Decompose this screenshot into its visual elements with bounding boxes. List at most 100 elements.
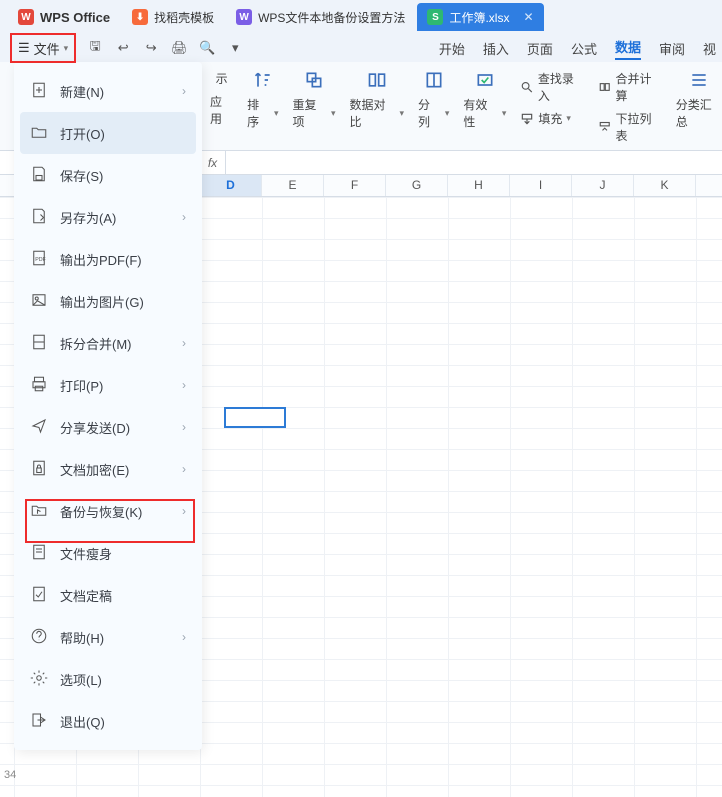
tab-review[interactable]: 审阅 <box>659 39 685 58</box>
tab-view[interactable]: 视 <box>703 39 716 58</box>
ribbon-dedupe[interactable]: 重复项▾ <box>293 70 336 130</box>
file-menu-label: 保存(S) <box>60 166 103 185</box>
find-input-label: 查找录入 <box>538 70 584 104</box>
file-button[interactable]: ☰ 文件 ▾ <box>10 36 76 61</box>
file-menu-saveas[interactable]: 另存为(A)› <box>20 196 196 238</box>
active-cell[interactable] <box>224 407 286 428</box>
merge-icon <box>598 80 611 94</box>
column-header[interactable]: F <box>324 175 386 196</box>
column-header[interactable]: D <box>200 175 262 196</box>
file-menu-open[interactable]: 打开(O) <box>20 112 196 154</box>
fill-button[interactable]: 填充▾ <box>520 110 584 127</box>
file-menu-final[interactable]: 文档定稿 <box>20 574 196 616</box>
file-menu-label: 选项(L) <box>60 670 102 689</box>
ribbon-validity-label: 有效性 <box>463 96 497 130</box>
chevron-right-icon: › <box>182 336 186 350</box>
ribbon-validity[interactable]: 有效性▾ <box>463 70 506 130</box>
file-menu: 新建(N)›打开(O) 保存(S) 另存为(A)›PDF输出为PDF(F)输出为图片… <box>14 62 202 750</box>
slim-icon <box>30 543 48 564</box>
tab-data[interactable]: 数据 <box>615 37 641 60</box>
file-menu-label: 拆分合并(M) <box>60 334 132 353</box>
ribbon-split[interactable]: 分列▾ <box>418 70 449 130</box>
file-menu-slim[interactable]: 文件瘦身 <box>20 532 196 574</box>
merge-calc-button[interactable]: 合并计算 <box>598 70 662 104</box>
chevron-down-icon: ▾ <box>64 43 69 54</box>
dropdown-list-icon <box>598 120 611 134</box>
file-menu-new[interactable]: 新建(N)› <box>20 70 196 112</box>
save-icon[interactable]: 🖫 <box>86 39 104 57</box>
final-icon <box>30 585 48 606</box>
ribbon-sort[interactable]: 排序▾ <box>247 70 278 130</box>
fill-label: 填充 <box>538 110 562 127</box>
file-menu-image[interactable]: 输出为图片(G) <box>20 280 196 322</box>
close-icon[interactable]: ✕ <box>523 10 533 24</box>
merge-calc-label: 合并计算 <box>616 70 662 104</box>
file-menu-save[interactable]: 保存(S) <box>20 154 196 196</box>
file-menu-options[interactable]: 选项(L) <box>20 658 196 700</box>
ribbon-partial-bottom: 应用 <box>210 93 233 127</box>
file-menu-label: 备份与恢复(K) <box>60 502 142 521</box>
file-menu-label: 帮助(H) <box>60 628 104 647</box>
file-menu-split[interactable]: 拆分合并(M) › <box>20 322 196 364</box>
new-icon <box>30 81 48 102</box>
preview-icon[interactable]: 🔍 <box>198 39 216 57</box>
ribbon-compare-label: 数据对比 <box>350 96 396 130</box>
ribbon-find-fill: 查找录入 填充▾ <box>520 70 584 127</box>
column-header[interactable]: J <box>572 175 634 196</box>
ribbon-category-label: 分类汇总 <box>676 96 722 130</box>
redo-icon[interactable]: ↪ <box>142 39 160 57</box>
file-menu-backup[interactable]: 备份与恢复(K) › <box>20 490 196 532</box>
file-menu-exit[interactable]: 退出(Q) <box>20 700 196 742</box>
find-input-button[interactable]: 查找录入 <box>520 70 584 104</box>
spreadsheet-icon: S <box>427 9 443 25</box>
ribbon-merge-dropdown: 合并计算 下拉列表 <box>598 70 662 144</box>
ribbon-partial-top: 示 <box>216 70 228 87</box>
file-menu-label: 文件瘦身 <box>60 544 112 563</box>
print-icon[interactable]: 🖨 <box>170 39 188 57</box>
file-menu-label: 退出(Q) <box>60 712 105 731</box>
ribbon-split-label: 分列 <box>418 96 441 130</box>
more-icon[interactable]: ▾ <box>226 39 244 57</box>
tab-formula[interactable]: 公式 <box>571 39 597 58</box>
tab-template[interactable]: ⬇ 找稻壳模板 <box>122 3 224 31</box>
file-menu-label: 文档定稿 <box>60 586 112 605</box>
office-home-tab[interactable]: W WPS Office <box>8 3 120 31</box>
column-header[interactable]: E <box>262 175 324 196</box>
template-icon: ⬇ <box>132 9 148 25</box>
file-menu-print[interactable]: 打印(P)› <box>20 364 196 406</box>
file-menu-label: 输出为PDF(F) <box>60 250 142 269</box>
tab-start[interactable]: 开始 <box>439 39 465 58</box>
file-menu-pdf[interactable]: PDF输出为PDF(F) <box>20 238 196 280</box>
column-header[interactable]: G <box>386 175 448 196</box>
fx-icon[interactable]: fx <box>200 151 226 174</box>
share-icon <box>30 417 48 438</box>
column-header[interactable]: K <box>634 175 696 196</box>
column-header[interactable]: H <box>448 175 510 196</box>
tab-doc-backup-help[interactable]: W WPS文件本地备份设置方法 <box>226 3 415 31</box>
wps-logo-icon: W <box>18 9 34 25</box>
chevron-right-icon: › <box>182 504 186 518</box>
chevron-right-icon: › <box>182 630 186 644</box>
find-icon <box>520 80 533 94</box>
ribbon-compare[interactable]: 数据对比▾ <box>350 70 405 130</box>
tab-workbook[interactable]: S 工作簿.xlsx ✕ <box>417 3 543 31</box>
chevron-right-icon: › <box>182 462 186 476</box>
file-menu-share[interactable]: 分享发送(D)› <box>20 406 196 448</box>
image-icon <box>30 291 48 312</box>
column-header[interactable]: I <box>510 175 572 196</box>
formula-input[interactable] <box>226 151 722 174</box>
undo-icon[interactable]: ↩ <box>114 39 132 57</box>
tab-page[interactable]: 页面 <box>527 39 553 58</box>
chevron-right-icon: › <box>182 210 186 224</box>
tab-label: WPS Office <box>40 10 110 25</box>
tab-insert[interactable]: 插入 <box>483 39 509 58</box>
sort-icon <box>253 70 273 90</box>
dropdown-list-button[interactable]: 下拉列表 <box>598 110 662 144</box>
ribbon-dedupe-label: 重复项 <box>293 96 327 130</box>
file-menu-encrypt[interactable]: 文档加密(E) › <box>20 448 196 490</box>
file-menu-help[interactable]: 帮助(H) › <box>20 616 196 658</box>
file-menu-label: 文档加密(E) <box>60 460 129 479</box>
hamburger-icon: ☰ <box>18 40 30 56</box>
ribbon-category[interactable]: 分类汇总 <box>676 70 722 130</box>
split-icon <box>424 70 444 90</box>
